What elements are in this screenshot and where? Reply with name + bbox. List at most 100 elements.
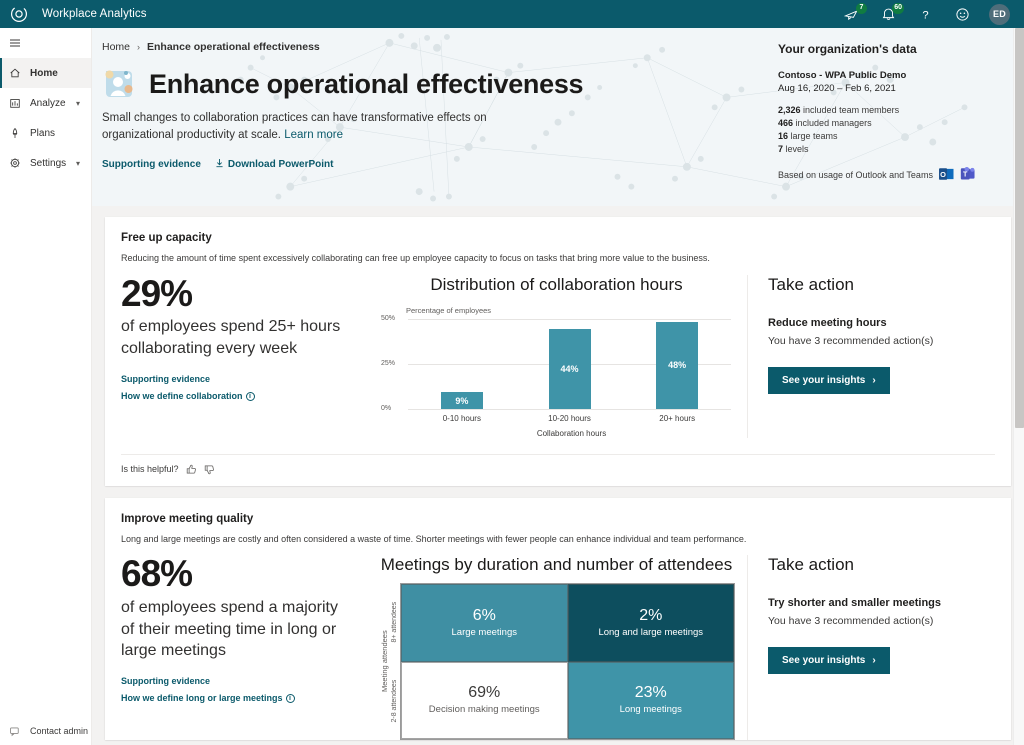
org-stat-label: included team members [803,105,900,115]
chevron-right-icon: › [872,374,876,386]
topbar-actions: 7 60 ? ED [841,3,1014,25]
stat-text: of employees spend 25+ hours collaborati… [121,318,341,358]
sidebar-item-plans-label: Plans [30,127,56,139]
app-shell: Home Analyze ▾ Plans Settings ▾ Contact … [0,28,1024,745]
chart-ylabel: Percentage of employees [406,305,492,315]
chart-xlabel: Collaboration hours [536,428,607,438]
feedback-icon[interactable]: 7 [841,3,867,24]
info-icon[interactable]: i [285,693,295,703]
stat-links: Supporting evidence How we define collab… [121,374,352,401]
hamburger-icon[interactable] [0,28,91,58]
matrix-cell-long-and-large-meetings[interactable]: 2% Long and large meetings [567,584,734,662]
gear-icon [9,157,21,169]
matrix-cell-long-meetings[interactable]: 23% Long meetings [567,661,734,740]
card-title: Improve meeting quality [121,512,254,525]
matrix-ytick: 8+ attendees [391,602,398,643]
matrix-cell-large-meetings[interactable]: 6% Large meetings [401,584,568,662]
hero-links: Supporting evidence Download PowerPoint [102,158,752,171]
notifications-badge: 60 [892,3,904,14]
chevron-down-icon[interactable]: ▾ [76,99,86,108]
stat-value: 29% [121,272,193,314]
chevron-right-icon: › [872,655,876,667]
help-icon[interactable]: ? [915,4,935,24]
matrix-cell-label: Long meetings [619,704,682,716]
product-name: Workplace Analytics [42,8,147,20]
chevron-down-icon[interactable]: ▾ [76,159,86,168]
matrix-cell-decision-making-meetings[interactable]: 69% Decision making meetings [401,661,568,740]
see-your-insights-button[interactable]: See your insights › [768,366,890,394]
matrix-grid: 6% Large meetings 2% Long and large meet… [400,583,735,741]
stat-links: Supporting evidence How we define long o… [121,676,352,703]
matrix-cell-label: Decision making meetings [428,704,540,716]
thumbs-down-icon[interactable] [204,464,215,475]
org-stat-item: 7 levels [778,143,1008,156]
avatar[interactable]: ED [989,3,1010,25]
how-we-define-collaboration-link[interactable]: How we define collaboration i [121,391,352,401]
supporting-evidence-link[interactable]: Supporting evidence [102,159,201,170]
sidebar-item-analyze-label: Analyze [30,97,66,109]
sidebar: Home Analyze ▾ Plans Settings ▾ Contact … [0,28,92,745]
info-icon[interactable]: i [245,391,255,401]
svg-text:O: O [940,170,946,179]
chart-distribution-of-collaboration-hours: Distribution of collaboration hours Perc… [366,275,747,438]
supporting-evidence-link[interactable]: Supporting evidence [121,676,352,686]
take-action-panel: Take action Try shorter and smaller meet… [747,555,995,741]
chart-bar-slot: 48% [623,319,731,409]
how-we-define-long-or-large-meetings-link[interactable]: How we define long or large meetings i [121,693,352,703]
chart-xtick: 10-20 hours [548,413,591,423]
matrix-cell-label: Long and large meetings [598,626,704,638]
rocket-icon [9,127,21,139]
org-stat-item: 16 large teams [778,130,1008,143]
sidebar-item-plans[interactable]: Plans [0,118,91,148]
chart-bar-icon [9,97,21,109]
breadcrumb-current: Enhance operational effectiveness [147,41,320,53]
svg-text:T: T [963,172,968,179]
contact-admin-label: Contact admin [30,726,89,736]
chart-title: Distribution of collaboration hours [430,274,683,294]
sidebar-item-analyze[interactable]: Analyze ▾ [0,88,91,118]
learn-more-link[interactable]: Learn more [284,129,343,141]
person-collaboration-icon [102,67,136,101]
stat-text: of employees spend a majority of their m… [121,599,338,660]
chart-xtick: 0-10 hours [442,413,481,423]
see-your-insights-button[interactable]: See your insights › [768,647,890,675]
sidebar-item-home-label: Home [30,67,58,79]
breadcrumb-home[interactable]: Home [102,41,130,53]
contact-admin-icon [9,725,21,737]
how-we-define-long-or-large-meetings-label: How we define long or large meetings [121,692,283,703]
org-tenant-name: Contoso - WPA Public Demo [778,70,907,81]
chart-title: Meetings by duration and number of atten… [380,555,733,575]
sidebar-item-home[interactable]: Home [0,58,91,88]
matrix-cell-value: 6% [472,606,496,624]
notifications-icon[interactable]: 60 [878,3,904,24]
thumbs-up-icon[interactable] [186,464,197,475]
see-your-insights-label: See your insights [782,374,866,386]
smiley-feedback-icon[interactable] [952,4,972,24]
workplace-analytics-logo-icon[interactable] [10,5,28,23]
org-stat-label: large teams [790,131,838,142]
matrix-cell-value: 23% [634,684,667,702]
card-improve-meeting-quality: Improve meeting quality Long and large m… [105,497,1011,741]
download-icon [215,158,224,171]
sidebar-item-settings[interactable]: Settings ▾ [0,148,91,178]
download-powerpoint-button[interactable]: Download PowerPoint [215,158,334,171]
chart-bar[interactable]: 44% [548,329,591,409]
chart-bar[interactable]: 48% [656,322,699,409]
feedback-badge: 7 [856,3,867,14]
take-action-subheading: Try shorter and smaller meetings [768,597,942,610]
breadcrumb-separator-icon: › [137,42,141,52]
matrix-cell-value: 2% [639,606,663,624]
take-action-subheading: Reduce meeting hours [768,316,887,329]
chart-bar[interactable]: 9% [440,392,483,409]
svg-text:?: ? [922,9,928,21]
org-stat-label: levels [785,144,809,155]
chart-ytick: 25% [381,359,396,367]
sidebar-item-contact-admin[interactable]: Contact admin [0,725,91,745]
matrix-ylabel: Meeting attendees [380,630,389,693]
supporting-evidence-link[interactable]: Supporting evidence [121,374,352,384]
hero-subtitle: Small changes to collaboration practices… [102,110,522,145]
teams-icon: T [960,167,976,183]
org-data-source: Based on usage of Outlook and Teams O T [778,167,1008,183]
download-powerpoint-label: Download PowerPoint [227,158,334,170]
matrix-cell-value: 69% [468,684,501,702]
